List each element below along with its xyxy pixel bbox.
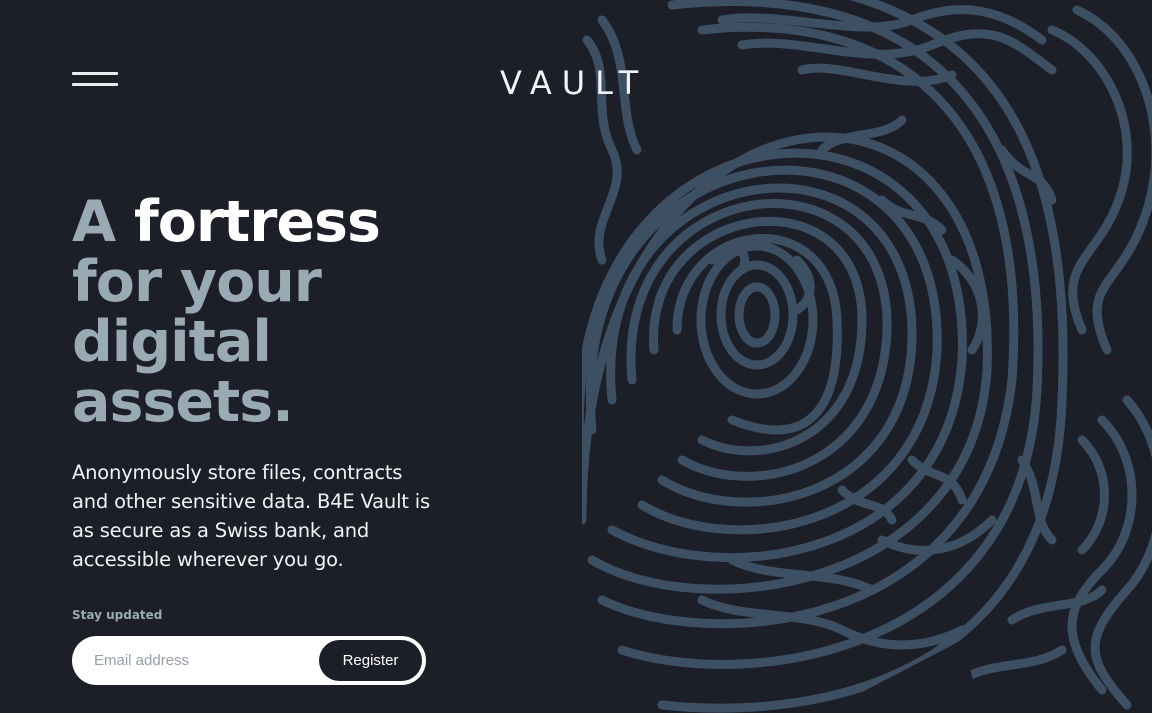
landing-page: VAULT A fortress for your digital assets…	[0, 0, 1152, 713]
stay-updated-label: Stay updated	[72, 608, 163, 622]
hamburger-icon	[72, 72, 118, 75]
headline-line-2: for your	[72, 249, 322, 315]
menu-button[interactable]	[72, 70, 118, 90]
headline-line-3: digital	[72, 309, 272, 375]
maze-pattern-graphic	[582, 0, 1152, 713]
headline-highlight: fortress	[133, 189, 381, 255]
email-input[interactable]	[94, 648, 314, 673]
hero-description: Anonymously store files, contracts and o…	[72, 461, 430, 571]
vault-logo[interactable]: VAULT	[500, 64, 648, 102]
headline-accent: A	[72, 189, 134, 255]
headline-line-1: A fortress	[72, 192, 472, 252]
hamburger-icon-line	[72, 83, 118, 86]
headline-line-4: assets.	[72, 369, 294, 435]
register-button[interactable]: Register	[319, 640, 422, 681]
fingerprint-pattern	[582, 0, 1152, 713]
signup-form: Register	[72, 636, 426, 685]
hero-headline: A fortress for your digital assets.	[72, 192, 472, 432]
